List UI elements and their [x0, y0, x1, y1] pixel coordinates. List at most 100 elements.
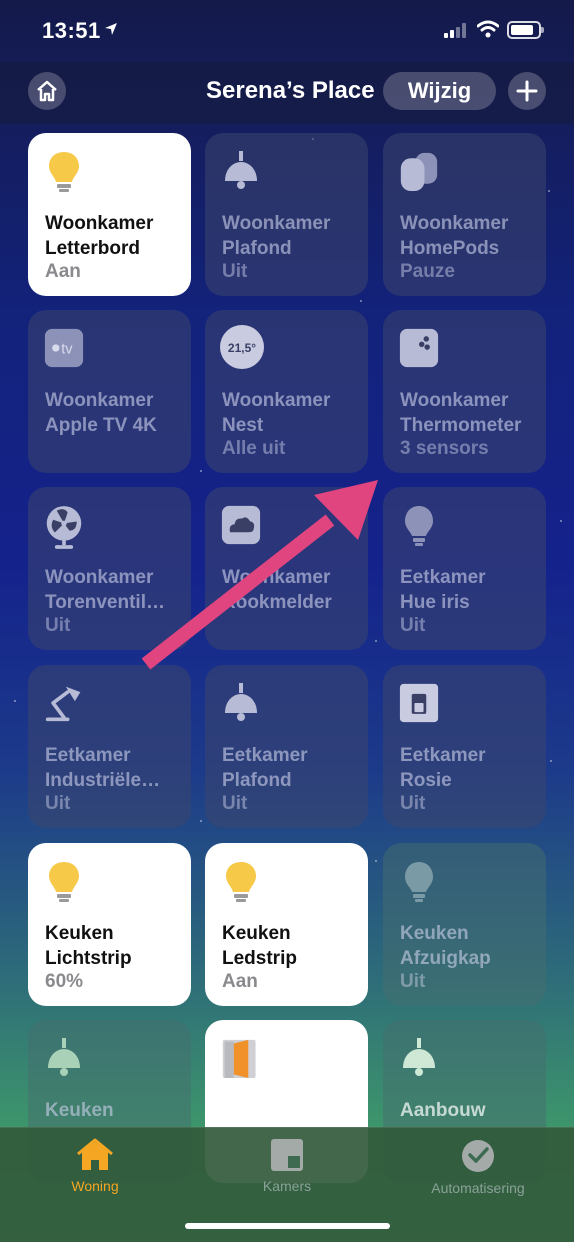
location-arrow-icon — [105, 23, 117, 35]
rooms-icon — [271, 1139, 303, 1171]
tile-state: 60% — [45, 971, 84, 992]
tile-name-line1: Eetkamer — [45, 745, 131, 766]
accessory-tile-keuken-afzuigkap[interactable]: Keuken Afzuigkap Uit — [383, 843, 546, 1006]
tile-name-line1: Keuken — [45, 1100, 114, 1121]
status-bar: 13:51 — [0, 0, 574, 62]
tile-name-line1: Eetkamer — [400, 745, 486, 766]
tile-name-line2: Hue iris — [400, 592, 470, 613]
bulb-icon — [226, 862, 256, 902]
bulb-icon — [405, 506, 433, 546]
ceiling-lamp-icon — [48, 1038, 80, 1076]
bulb-icon — [49, 862, 79, 902]
edit-button[interactable]: Wijzig — [383, 72, 496, 110]
plus-icon — [516, 80, 538, 102]
bulb-icon — [49, 152, 79, 192]
battery-icon — [507, 21, 544, 39]
tile-state: Aan — [222, 971, 258, 992]
tile-name-line2: Letterbord — [45, 238, 140, 259]
tile-name-line1: Woonkamer — [400, 390, 509, 411]
add-button[interactable] — [508, 72, 546, 110]
door-icon — [222, 1039, 256, 1078]
switch-icon — [399, 683, 439, 723]
home-indicator[interactable] — [185, 1223, 390, 1229]
accessory-tile-woonkamer-plafond[interactable]: Woonkamer Plafond Uit — [205, 133, 368, 296]
accessory-tile-eetkamer-hue-iris[interactable]: Eetkamer Hue iris Uit — [383, 487, 546, 650]
smoke-detector-icon — [221, 505, 261, 545]
tile-name-line2: Plafond — [222, 770, 292, 791]
accessory-tile-woonkamer-letterbord[interactable]: Woonkamer Letterbord Aan — [28, 133, 191, 296]
status-time: 13:51 — [42, 18, 101, 43]
cellular-signal-icon — [444, 22, 468, 38]
tile-name-line2: Industriële… — [45, 770, 161, 791]
tile-name-line1: Keuken — [400, 923, 469, 944]
tab-label: Automatisering — [431, 1180, 525, 1196]
ceiling-lamp-icon — [225, 151, 257, 189]
tile-name-line2: Nest — [222, 415, 264, 436]
tile-name-line2: Rosie — [400, 770, 452, 791]
tile-name-line1: Aanbouw — [400, 1100, 486, 1121]
tile-name-line1: Eetkamer — [222, 745, 308, 766]
tile-state: Uit — [222, 793, 248, 814]
bulb-icon — [405, 862, 433, 902]
accessory-tile-woonkamer-thermometer[interactable]: Woonkamer Thermometer 3 sensors — [383, 310, 546, 473]
accessory-tile-woonkamer-nest[interactable]: 21,5° Woonkamer Nest Alle uit — [205, 310, 368, 473]
tab-label: Kamers — [262, 1178, 312, 1194]
tab-automatisering[interactable]: Automatisering — [398, 1138, 558, 1196]
house-icon — [37, 80, 57, 102]
tab-kamers[interactable]: Kamers — [207, 1138, 367, 1194]
accessory-tile-woonkamer-rookmelder[interactable]: Woonkamer Rookmelder — [205, 487, 368, 650]
tab-label: Woning — [71, 1178, 119, 1194]
fan-icon — [46, 506, 82, 549]
thermostat-icon: 21,5° — [220, 325, 264, 369]
tile-name-line1: Woonkamer — [45, 567, 154, 588]
tile-name-line2: Afzuigkap — [400, 948, 491, 969]
homepod-icon — [400, 152, 438, 191]
tile-name-line2: Lichtstrip — [45, 948, 132, 969]
apple-tv-icon-text: tv — [61, 341, 73, 357]
tile-name-line1: Keuken — [222, 923, 291, 944]
tile-name-line1: Eetkamer — [400, 567, 486, 588]
tile-name-line2: Apple TV 4K — [45, 415, 157, 436]
home-settings-button[interactable] — [28, 72, 66, 110]
tile-name-line1: Woonkamer — [222, 213, 331, 234]
nav-bar: Serena’s Place Wijzig — [0, 62, 574, 124]
sensor-icon — [399, 328, 439, 368]
tile-state: Uit — [45, 793, 71, 814]
tile-state: Uit — [400, 615, 426, 636]
tile-state: Pauze — [400, 261, 455, 282]
accessory-tile-woonkamer-torenventilator[interactable]: Woonkamer Torenventil… Uit — [28, 487, 191, 650]
ceiling-lamp-icon — [225, 683, 257, 721]
accessory-tile-eetkamer-industriele[interactable]: Eetkamer Industriële… Uit — [28, 665, 191, 828]
accessory-tile-keuken-lichtstrip[interactable]: Keuken Lichtstrip 60% — [28, 843, 191, 1006]
tile-name-line2: HomePods — [400, 238, 500, 259]
tile-name-line1: Keuken — [45, 923, 114, 944]
tile-name-line2: Rookmelder — [222, 592, 332, 613]
tile-name-line1: Woonkamer — [222, 567, 331, 588]
tile-name-line1: Woonkamer — [400, 213, 509, 234]
tile-state: Uit — [222, 261, 248, 282]
tile-state: Alle uit — [222, 438, 286, 459]
accessory-tile-eetkamer-rosie[interactable]: Eetkamer Rosie Uit — [383, 665, 546, 828]
accessory-tile-woonkamer-homepods[interactable]: Woonkamer HomePods Pauze — [383, 133, 546, 296]
accessory-tile-woonkamer-apple-tv[interactable]: tv Woonkamer Apple TV 4K — [28, 310, 191, 473]
accessory-tile-keuken-ledstrip[interactable]: Keuken Ledstrip Aan — [205, 843, 368, 1006]
tile-name-line2: Plafond — [222, 238, 292, 259]
desk-lamp-icon — [45, 686, 81, 722]
clock-check-icon — [462, 1140, 494, 1172]
tile-name-line2: Thermometer — [400, 415, 522, 436]
tile-state: Uit — [400, 793, 426, 814]
apple-tv-icon: tv — [44, 328, 84, 368]
tile-name-line1: Woonkamer — [45, 213, 154, 234]
tile-name-line2: Ledstrip — [222, 948, 297, 969]
thermostat-temperature: 21,5° — [228, 341, 256, 355]
wifi-icon — [477, 20, 499, 38]
tile-state: Uit — [45, 615, 71, 636]
tile-name-line1: Woonkamer — [222, 390, 331, 411]
tile-name-line1: Woonkamer — [45, 390, 154, 411]
ceiling-lamp-icon — [403, 1038, 435, 1076]
tab-woning[interactable]: Woning — [15, 1138, 175, 1194]
accessory-tile-eetkamer-plafond[interactable]: Eetkamer Plafond Uit — [205, 665, 368, 828]
home-title[interactable]: Serena’s Place — [206, 77, 375, 105]
house-icon — [77, 1138, 113, 1170]
tile-name-line2: Torenventil… — [45, 592, 165, 613]
